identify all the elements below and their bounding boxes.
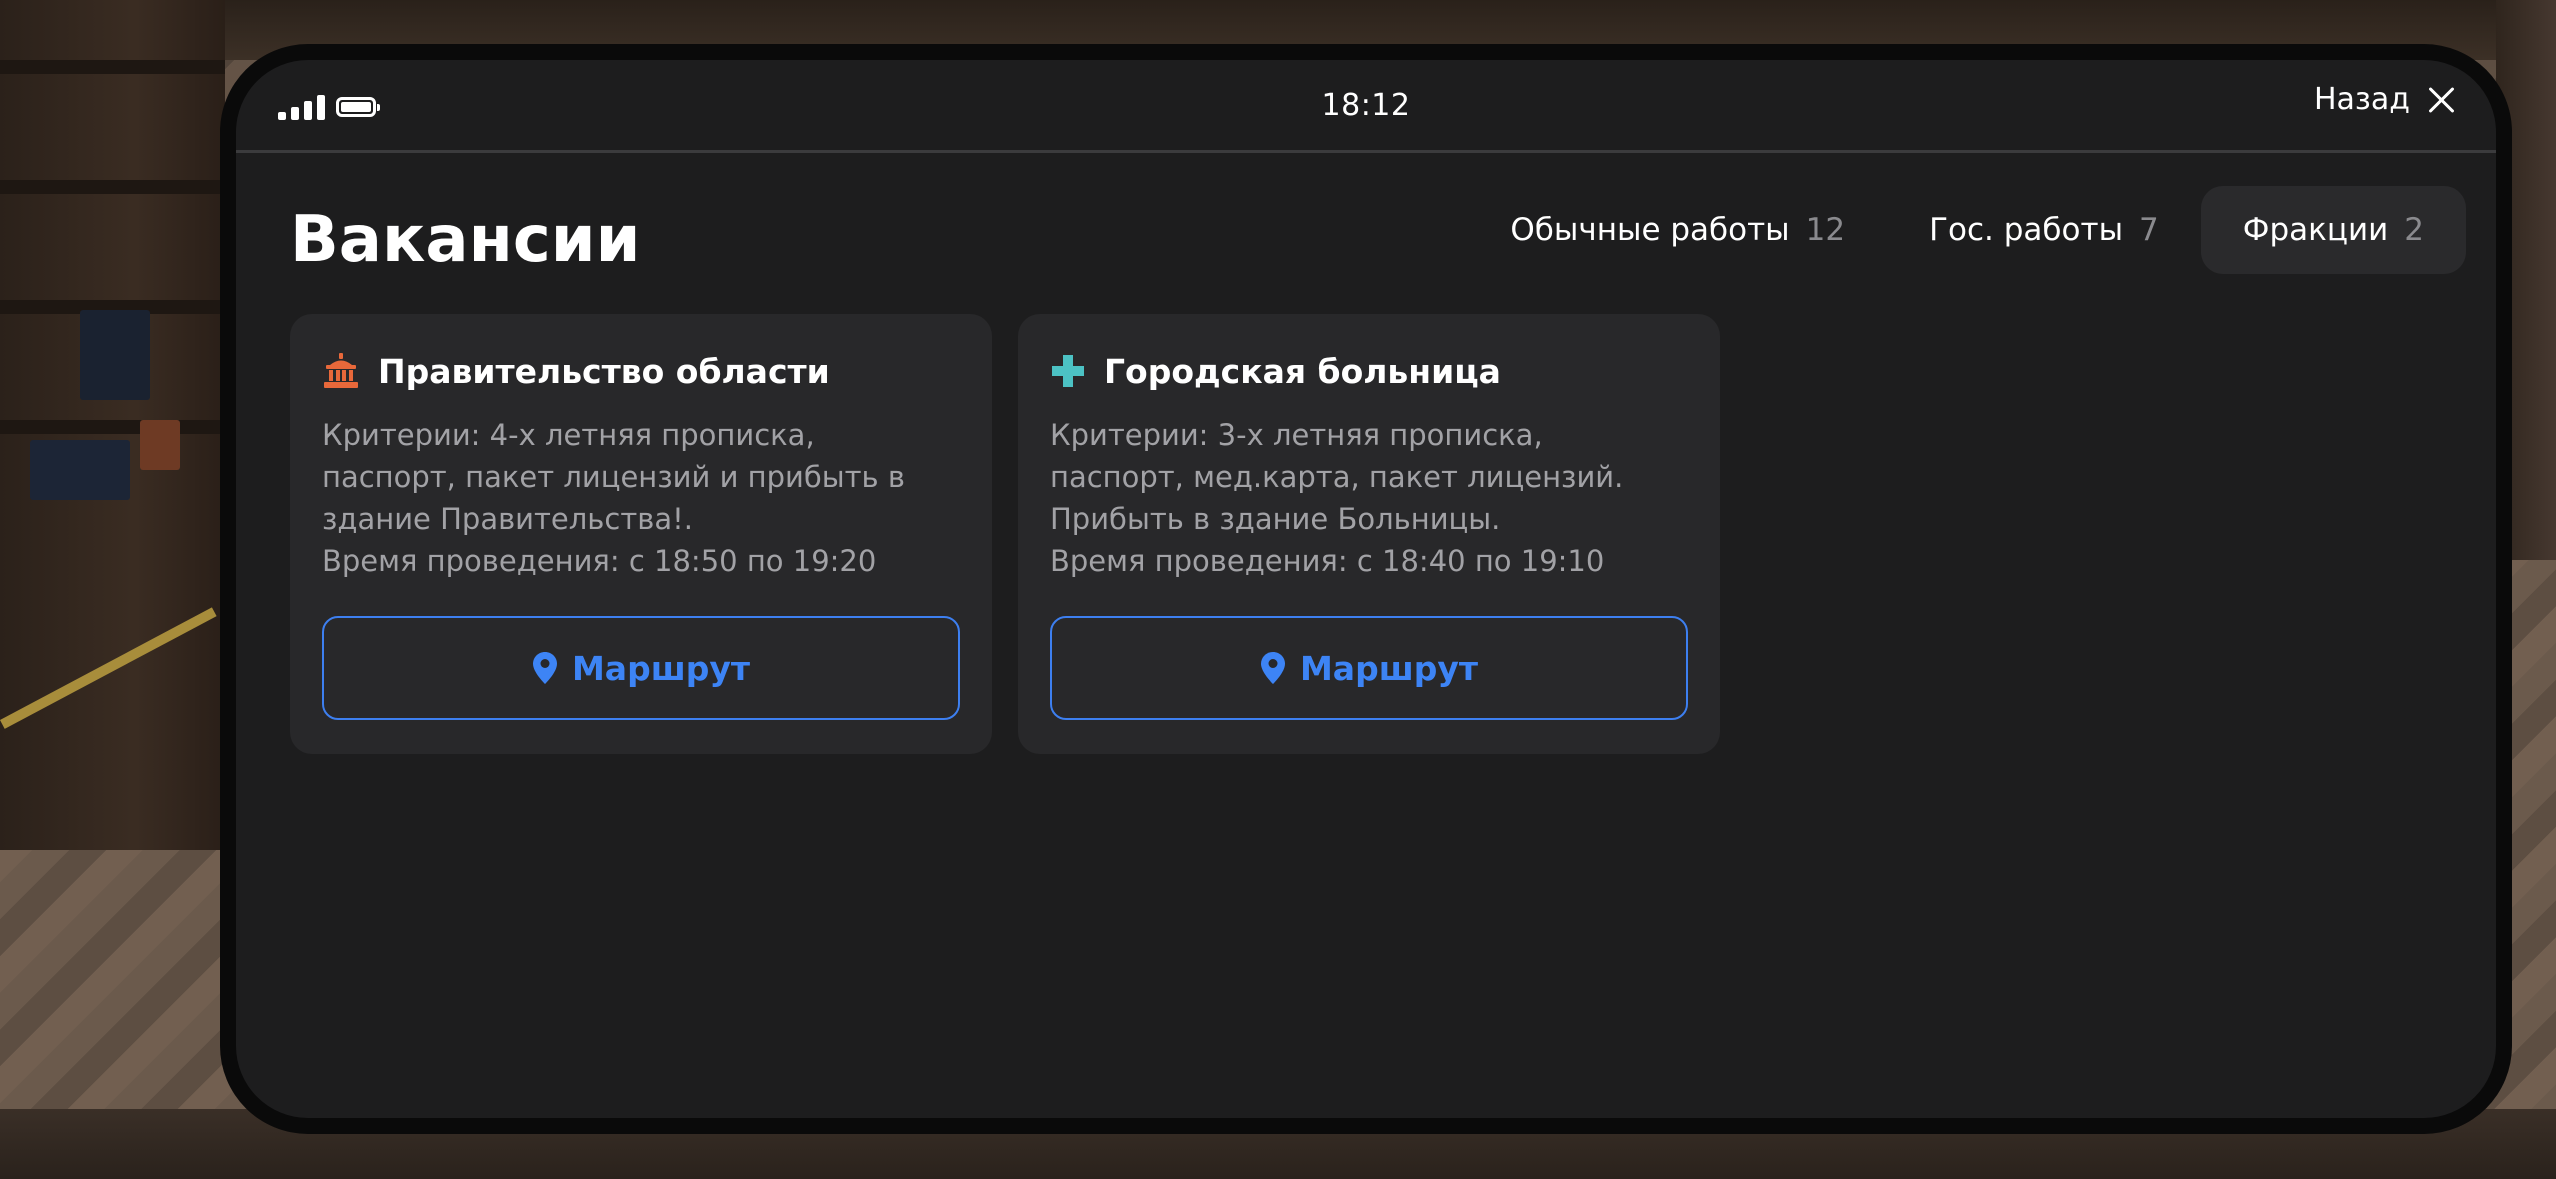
card-title: Городская больница	[1104, 351, 1501, 391]
tab-label: Обычные работы	[1510, 212, 1790, 248]
tab-count: 7	[2139, 212, 2159, 248]
tab-count: 12	[1805, 212, 1846, 248]
route-button-label: Маршрут	[1299, 648, 1479, 688]
page-title: Вакансии	[290, 203, 641, 277]
card-description: Критерии: 4-х летняя прописка, паспорт, …	[322, 418, 905, 578]
phone-frame: 18:12 Назад Вакансии Обычные работы 12 Г…	[220, 44, 2512, 1134]
tab-count: 2	[2404, 212, 2424, 248]
tab-factions[interactable]: Фракции 2	[2200, 186, 2466, 274]
background-bookshelf-left	[0, 0, 225, 850]
back-label: Назад	[2313, 82, 2410, 117]
tab-label: Фракции	[2242, 212, 2389, 248]
card-description: Критерии: 3-х летняя прописка, паспорт, …	[1050, 418, 1624, 578]
map-pin-icon	[1260, 652, 1285, 684]
card-header: Городская больница	[1050, 346, 1688, 396]
tab-label: Гос. работы	[1929, 212, 2124, 248]
card-header: Правительство области	[322, 346, 960, 396]
vacancy-card-hospital: Городская больница Критерии: 3-х летняя …	[1018, 314, 1720, 754]
route-button[interactable]: Маршрут	[322, 616, 960, 720]
route-button-label: Маршрут	[571, 648, 751, 688]
phone-screen: 18:12 Назад Вакансии Обычные работы 12 Г…	[236, 60, 2496, 1118]
vacancy-card-government: Правительство области Критерии: 4-х летн…	[290, 314, 992, 754]
status-bar: 18:12 Назад	[236, 60, 2496, 153]
route-button[interactable]: Маршрут	[1050, 616, 1688, 720]
medical-cross-icon	[1052, 355, 1084, 387]
card-title: Правительство области	[378, 351, 830, 391]
tab-government-jobs[interactable]: Гос. работы 7	[1887, 186, 2201, 274]
status-time: 18:12	[1321, 88, 1411, 123]
category-tabs: Обычные работы 12 Гос. работы 7 Фракции …	[1468, 186, 2466, 274]
government-building-icon	[324, 353, 358, 388]
vacancy-list: Правительство области Критерии: 4-х летн…	[290, 314, 1720, 754]
close-icon[interactable]	[2428, 86, 2456, 114]
map-pin-icon	[532, 652, 557, 684]
back-button[interactable]: Назад	[2314, 82, 2456, 117]
tab-regular-jobs[interactable]: Обычные работы 12	[1468, 186, 1887, 274]
